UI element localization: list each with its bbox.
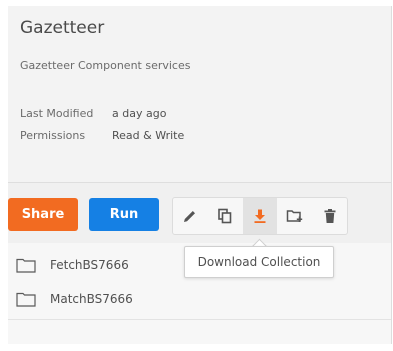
trash-icon [324, 209, 336, 223]
folder-name: FetchBS7666 [50, 258, 129, 272]
folder-icon [16, 292, 36, 307]
add-folder-button[interactable] [278, 198, 312, 234]
duplicate-button[interactable] [208, 198, 242, 234]
collection-title: Gazetteer [20, 18, 105, 38]
folder-icon [16, 258, 36, 273]
collection-actions-group [172, 197, 348, 235]
edit-icon [184, 211, 195, 222]
download-button[interactable] [243, 198, 277, 234]
folder-name: MatchBS7666 [50, 292, 133, 306]
last-modified-value: a day ago [112, 107, 167, 120]
permissions-label: Permissions [20, 129, 86, 142]
duplicate-icon [218, 208, 232, 224]
delete-button[interactable] [313, 198, 347, 234]
permissions-value: Read & Write [112, 129, 185, 142]
last-modified-label: Last Modified [20, 107, 94, 120]
share-button[interactable]: Share [8, 198, 78, 231]
folder-item-match[interactable]: MatchBS7666 [16, 287, 133, 311]
edit-button[interactable] [173, 198, 207, 234]
collection-description: Gazetteer Component services [20, 59, 191, 72]
download-icon [254, 209, 266, 223]
run-button[interactable]: Run [89, 198, 159, 231]
download-tooltip: Download Collection [184, 246, 334, 278]
list-divider [8, 319, 391, 320]
add-folder-icon [286, 210, 303, 222]
folder-item-fetch[interactable]: FetchBS7666 [16, 253, 129, 277]
